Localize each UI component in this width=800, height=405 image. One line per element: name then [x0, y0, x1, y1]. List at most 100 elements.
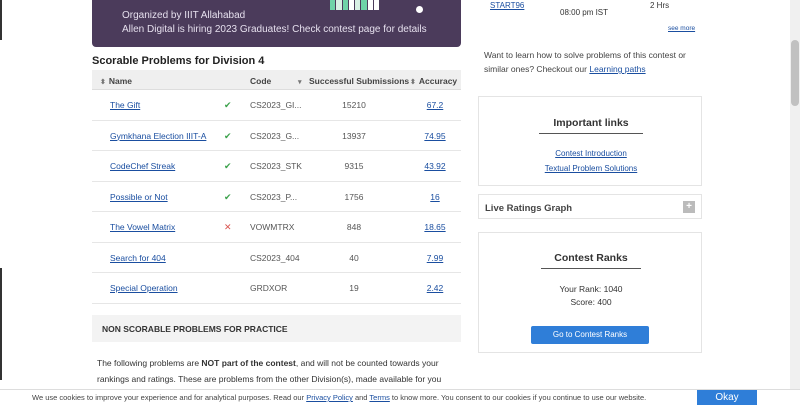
banner-bar: [348, 0, 354, 10]
left-edge-mark: [0, 268, 2, 380]
left-edge-mark: [0, 0, 2, 40]
sort-down-icon: ▾: [298, 79, 302, 86]
contest-introduction-link[interactable]: Contest Introduction: [479, 149, 703, 158]
cookie-text-part: to know more. You consent to our cookies…: [389, 393, 647, 402]
see-more-link[interactable]: see more: [668, 25, 695, 32]
problems-table: ⬍ Name Code ▾ Successful Submissions ⬍ Acc…: [92, 70, 461, 304]
problem-name-link[interactable]: CodeChef Streak: [110, 161, 175, 171]
banner-decoration: [330, 0, 380, 10]
contest-ranks-card: Contest Ranks Your Rank: 1040 Score: 400…: [478, 232, 702, 353]
learn-text: Want to learn how to solve problems of t…: [484, 50, 686, 74]
successful-submissions: 19: [349, 283, 359, 293]
table-row: Search for 404 CS2023_404 40 7.99: [92, 243, 461, 273]
table-row: Gymkhana Election IIIT-A ✔ CS2023_G... 1393…: [92, 121, 461, 151]
scrollbar-thumb[interactable]: [791, 40, 799, 106]
banner-bar: [367, 0, 373, 10]
banner-bar: [373, 0, 379, 10]
sort-icon: ⬍: [410, 79, 416, 86]
banner-bar: [361, 0, 367, 10]
cookie-text-part: and: [352, 393, 370, 402]
banner-dot: [416, 6, 423, 13]
header-accuracy[interactable]: ⬍ Accuracy: [410, 76, 457, 86]
successful-submissions: 15210: [342, 100, 366, 110]
textual-solutions-link[interactable]: Textual Problem Solutions: [479, 164, 703, 173]
banner-bar: [330, 0, 336, 10]
successful-submissions: 9315: [344, 161, 364, 171]
cookie-banner: We use cookies to improve your experienc…: [0, 389, 800, 405]
wrong-cross-icon: ✕: [224, 222, 232, 232]
problem-name-link[interactable]: Possible or Not: [110, 192, 168, 202]
cookie-text-part: We use cookies to improve your experienc…: [32, 393, 307, 402]
your-rank: Your Rank: 1040: [559, 284, 623, 294]
nonscorable-label: NON SCORABLE PROBLEMS FOR PRACTICE: [102, 324, 288, 334]
para-bold: NOT part of the contest: [201, 358, 296, 368]
header-name[interactable]: ⬍ Name: [100, 76, 132, 86]
problem-name-link[interactable]: Special Operation: [110, 283, 178, 293]
accuracy-link[interactable]: 2.42: [422, 283, 448, 293]
left-gutter: [0, 0, 82, 404]
header-code[interactable]: Code: [250, 76, 271, 86]
para-text: The following problems are: [97, 358, 202, 368]
contest-link[interactable]: START96: [490, 1, 524, 10]
accuracy-link[interactable]: 7.99: [422, 253, 448, 263]
important-links-title: Important links: [553, 117, 629, 129]
banner-bar: [342, 0, 348, 10]
nonscorable-header: NON SCORABLE PROBLEMS FOR PRACTICE: [92, 315, 461, 342]
table-row: The Gift ✔ CS2023_GI... 15210 67.2: [92, 90, 461, 121]
learning-paths-promo: Want to learn how to solve problems of t…: [484, 48, 698, 76]
table-row: Special Operation GRDXOR 19 2.42: [92, 273, 461, 304]
nonscorable-description: The following problems are NOT part of t…: [97, 355, 457, 387]
problem-code: CS2023_G...: [250, 130, 300, 141]
title-underline: [541, 268, 641, 269]
problem-name-link[interactable]: The Gift: [110, 100, 140, 110]
cookie-text: We use cookies to improve your experienc…: [32, 393, 646, 402]
table-header: ⬍ Name Code ▾ Successful Submissions ⬍ Acc…: [92, 70, 461, 90]
successful-submissions: 13937: [342, 130, 366, 141]
problem-code: CS2023_404: [250, 252, 300, 263]
table-row: Possible or Not ✔ CS2023_P... 1756 16: [92, 182, 461, 212]
go-to-ranks-button[interactable]: Go to Contest Ranks: [531, 326, 649, 344]
problem-name-link[interactable]: The Vowel Matrix: [110, 222, 175, 232]
learning-paths-link[interactable]: Learning paths: [589, 64, 645, 74]
important-links-card: Important links Contest Introduction Tex…: [478, 96, 702, 186]
banner-hiring-text: Allen Digital is hiring 2023 Graduates! …: [122, 24, 427, 35]
banner-bar: [336, 0, 342, 10]
problem-code: GRDXOR: [250, 283, 288, 293]
contest-banner[interactable]: Organized by IIIT Allahabad Allen Digita…: [92, 0, 461, 47]
solved-check-icon: ✔: [224, 100, 232, 110]
table-row: CodeChef Streak ✔ CS2023_STK 9315 43.92: [92, 151, 461, 182]
title-underline: [539, 133, 643, 134]
terms-link[interactable]: Terms: [369, 393, 389, 402]
solved-check-icon: ✔: [224, 161, 232, 171]
header-submissions[interactable]: Successful Submissions: [309, 76, 409, 86]
your-score: Score: 400: [570, 297, 612, 307]
contest-time: 08:00 pm IST: [560, 8, 609, 17]
expand-icon[interactable]: +: [683, 201, 695, 213]
accuracy-link[interactable]: 16: [422, 192, 448, 202]
table-row: The Vowel Matrix ✕ VOWMTRX 848 18.65: [92, 212, 461, 243]
problem-code: CS2023_GI...: [250, 100, 302, 110]
banner-organizer: Organized by IIIT Allahabad: [122, 10, 246, 21]
successful-submissions: 848: [346, 222, 362, 232]
live-ratings-card[interactable]: Live Ratings Graph +: [478, 194, 702, 219]
problem-code: CS2023_STK: [250, 161, 302, 171]
live-ratings-label: Live Ratings Graph: [485, 203, 573, 214]
privacy-policy-link[interactable]: Privacy Policy: [306, 393, 353, 402]
successful-submissions: 40: [349, 252, 359, 263]
sort-icon: ⬍: [100, 79, 106, 86]
contest-ranks-title: Contest Ranks: [554, 252, 628, 264]
accuracy-link[interactable]: 74.95: [422, 131, 448, 141]
banner-bar: [355, 0, 361, 10]
accuracy-link[interactable]: 43.92: [422, 161, 448, 171]
okay-button[interactable]: Okay: [697, 390, 757, 405]
accuracy-link[interactable]: 67.2: [422, 100, 448, 110]
table-body: The Gift ✔ CS2023_GI... 15210 67.2 Gymkhana E…: [92, 90, 461, 304]
problem-name-link[interactable]: Search for 404: [110, 253, 166, 263]
header-sort-toggle[interactable]: ▾: [298, 76, 305, 86]
accuracy-link[interactable]: 18.65: [422, 222, 448, 232]
problem-name-link[interactable]: Gymkhana Election IIIT-A: [110, 131, 206, 141]
calendar-entry: START96 08:00 pm IST 2 Hrs see more: [478, 0, 702, 40]
problem-code: CS2023_P...: [250, 191, 298, 202]
solved-check-icon: ✔: [224, 130, 232, 141]
contest-duration: 2 Hrs: [650, 1, 670, 10]
